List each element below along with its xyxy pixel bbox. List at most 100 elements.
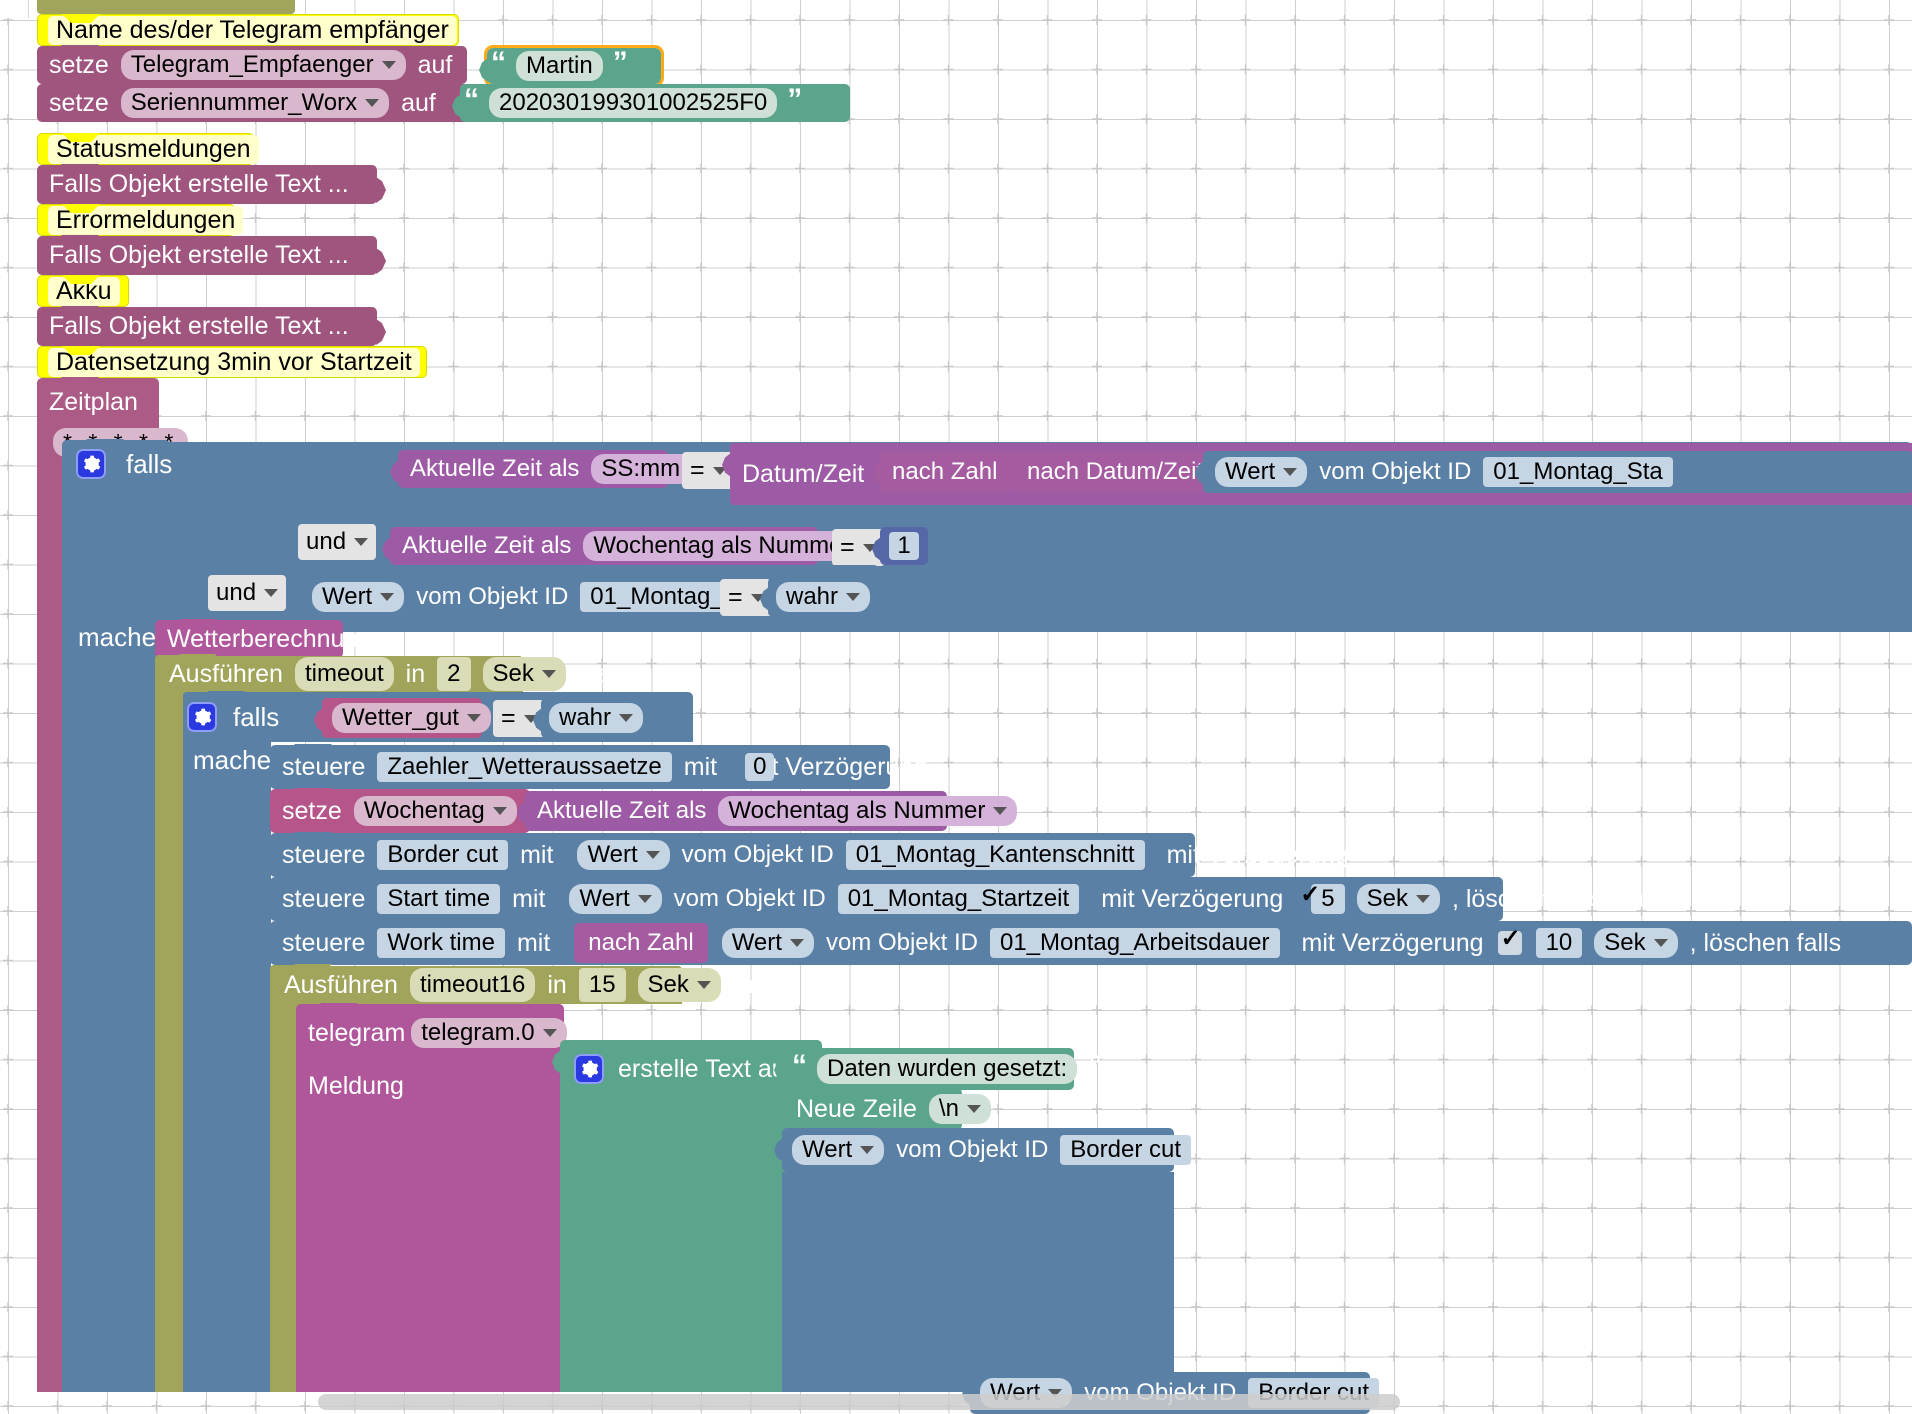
getter-kind-dropdown-border-cut[interactable]: Wert — [577, 840, 670, 870]
function-call-wetterberechnung[interactable]: Wetterberechnung — [155, 619, 372, 658]
collapsed-block-status[interactable]: Falls Objekt erstelle Text ... — [37, 164, 386, 204]
time-format-dropdown-weekday[interactable]: Wochentag als Nummer — [718, 796, 1018, 826]
getter-label: vom Objekt ID — [1319, 458, 1472, 485]
timeout-in-label: in — [547, 970, 567, 999]
variable-name: Wochentag — [363, 797, 485, 824]
if-inner-do-label: mache — [193, 745, 272, 775]
text-part-getter-border-cut[interactable]: Wert vom Objekt ID Border cut — [774, 1128, 1191, 1172]
collapsed-block-errors[interactable]: Falls Objekt erstelle Text ... — [37, 235, 386, 275]
control-target-field-border-cut[interactable]: Border cut — [377, 840, 509, 870]
timeout-unit-value: Sek — [492, 660, 534, 687]
text-block-martin[interactable]: “ Martin ” — [479, 45, 664, 87]
top-block-stub — [37, 0, 295, 14]
convert-block-nach-zahl-work-time[interactable]: nach Zahl — [574, 923, 708, 963]
control-target-field-start-time[interactable]: Start time — [377, 884, 501, 914]
set-keyword: setze — [49, 50, 109, 79]
convert-label: nach Zahl — [588, 929, 694, 956]
delay-label: mit Verzögerung — [1166, 840, 1349, 869]
getter-block-object-2[interactable]: Wert vom Objekt ID 01_Montag_Aktiv — [292, 577, 786, 617]
boolean-block-wahr[interactable]: wahr — [760, 577, 876, 617]
timeout-amount-field-inner[interactable]: 15 — [578, 968, 626, 1002]
getter-block-object-1[interactable]: Wert vom Objekt ID 01_Montag_Sta — [1195, 451, 1912, 493]
collapsed-block-battery[interactable]: Falls Objekt erstelle Text ... — [37, 306, 386, 346]
set-block-seriennummer-worx[interactable]: setze Seriennummer_Worx auf — [37, 83, 474, 122]
getter-kind-dropdown-start-time[interactable]: Wert — [569, 884, 662, 914]
text-block-seriennummer[interactable]: “ 202030199301002525F0 ” — [452, 84, 850, 122]
delay-unit-dropdown-start-time[interactable]: Sek — [1356, 884, 1440, 914]
logic-join-dropdown-1[interactable]: und — [298, 524, 377, 560]
gear-icon[interactable] — [187, 702, 217, 732]
object-id-field-kantenschnitt[interactable]: 01_Montag_Kantenschnitt — [845, 840, 1145, 870]
datetime-block-weekday[interactable]: Aktuelle Zeit als Wochentag als Nummer — [517, 791, 1018, 831]
variable-dropdown-wochentag[interactable]: Wochentag — [353, 796, 517, 826]
telegram-block[interactable]: telegram telegram.0 Meldung — [296, 1003, 567, 1392]
text-part-daten-gesetzt[interactable]: “ Daten wurden gesetzt: ” — [774, 1048, 1102, 1090]
if-outer-do-label: mache — [78, 622, 157, 652]
delay-label: mit Verzögerung — [1301, 928, 1484, 957]
timeout-name-field-inner[interactable]: timeout16 — [409, 968, 536, 1002]
text-part-newline[interactable]: Neue Zeile \n — [774, 1088, 991, 1130]
collapsed-label: Falls Objekt erstelle Text ... — [49, 241, 349, 269]
timeout-name-field-outer[interactable]: timeout — [294, 657, 394, 691]
datetime-block-current-time-2[interactable]: Aktuelle Zeit als Wochentag als Nummer — [382, 527, 883, 565]
variable-dropdown-wetter-gut[interactable]: Wetter_gut — [332, 703, 491, 733]
convert-label: nach Zahl — [892, 458, 998, 485]
delay-amount-field-work-time[interactable]: 10 — [1535, 928, 1583, 958]
comment-telegram-recipient[interactable]: Name des/der Telegram empfänger — [37, 14, 459, 46]
timeout-outer-header[interactable]: Ausführen timeout in 2 Sek ms — [155, 656, 611, 692]
timeout-amount-field-outer[interactable]: 2 — [437, 657, 471, 691]
control-block-border-cut[interactable]: steuere Border cut mit Wert vom Objekt I… — [270, 832, 1349, 877]
telegram-instance-dropdown[interactable]: telegram.0 — [411, 1018, 567, 1048]
gear-icon[interactable] — [76, 449, 106, 479]
object-id-field-startzeit[interactable]: 01_Montag_Startzeit — [837, 884, 1080, 914]
number-value[interactable]: 1 — [889, 532, 919, 560]
newline-dropdown[interactable]: \n — [928, 1094, 991, 1124]
boolean-dropdown-inner[interactable]: wahr — [549, 703, 644, 733]
compare-operator-value: = — [840, 533, 855, 561]
boolean-block-wahr-inner[interactable]: wahr — [533, 698, 645, 738]
blockly-workspace[interactable]: Name des/der Telegram empfänger setze Te… — [0, 0, 1912, 1414]
control-block-work-time[interactable]: steuere Work time mit nach Zahl Wert vom… — [270, 920, 1912, 965]
comment-battery[interactable]: Akku — [37, 275, 129, 307]
control-keyword: steuere — [282, 884, 366, 913]
getter-kind-dropdown-1[interactable]: Wert — [1215, 457, 1308, 487]
timeout-inner-header[interactable]: Ausführen timeout16 in 15 Sek ms — [270, 966, 766, 1004]
set-block-wochentag[interactable]: setze Wochentag auf — [270, 788, 564, 833]
horizontal-scrollbar[interactable] — [318, 1394, 1400, 1410]
delay-checkbox[interactable] — [1497, 927, 1522, 955]
set-block-telegram-empfaenger[interactable]: setze Telegram_Empfaenger auf — [37, 45, 467, 84]
datetime-block-current-time-1[interactable]: Aktuelle Zeit als SS:mm — [390, 450, 713, 488]
logic-join-dropdown-2[interactable]: und — [208, 575, 287, 611]
object-id-field-telegram-border-cut[interactable]: Border cut — [1060, 1135, 1191, 1165]
timeout-unit-dropdown-inner[interactable]: Sek — [637, 968, 721, 1002]
variable-getter-wetter-gut[interactable]: Wetter_gut — [314, 698, 491, 738]
text-value-martin[interactable]: Martin — [516, 51, 603, 81]
if-block-inner[interactable] — [183, 691, 271, 1392]
getter-kind-dropdown-2[interactable]: Wert — [312, 582, 405, 612]
comment-errors[interactable]: Errormeldungen — [37, 204, 244, 236]
getter-kind-dropdown-telegram[interactable]: Wert — [792, 1135, 885, 1165]
boolean-dropdown[interactable]: wahr — [776, 582, 871, 612]
gear-glyph — [195, 708, 212, 726]
number-value-zero[interactable]: 0 — [745, 753, 775, 781]
delay-unit-dropdown-work-time[interactable]: Sek — [1594, 928, 1678, 958]
comment-status[interactable]: Statusmeldungen — [37, 133, 259, 165]
comment-presets[interactable]: Datensetzung 3min vor Startzeit — [37, 346, 427, 378]
text-value-seriennummer[interactable]: 202030199301002525F0 — [489, 88, 778, 118]
gear-icon[interactable] — [574, 1054, 604, 1084]
text-part-value[interactable]: Daten wurden gesetzt: — [817, 1054, 1078, 1084]
number-block-weekday[interactable]: 1 — [872, 527, 928, 565]
getter-kind-dropdown-work-time[interactable]: Wert — [721, 928, 814, 958]
control-block-zaehler[interactable]: steuere Zaehler_Wetteraussaetze mit 0 mi… — [270, 744, 927, 789]
object-id-field-arbeitsdauer[interactable]: 01_Montag_Arbeitsdauer — [989, 928, 1280, 958]
convert-block-nach-datumzeit[interactable]: nach Datum/Zeit — [1007, 451, 1215, 493]
variable-dropdown-telegram-empfaenger[interactable]: Telegram_Empfaenger — [120, 50, 406, 80]
control-block-start-time[interactable]: steuere Start time mit Wert vom Objekt I… — [270, 876, 1658, 921]
control-target-field-zaehler[interactable]: Zaehler_Wetteraussaetze — [377, 752, 672, 782]
getter-label: vom Objekt ID — [681, 841, 834, 868]
timeout-unit-dropdown-outer[interactable]: Sek — [482, 657, 566, 691]
variable-dropdown-seriennummer-worx[interactable]: Seriennummer_Worx — [120, 88, 390, 118]
object-id-field-1[interactable]: 01_Montag_Sta — [1483, 457, 1673, 487]
control-target-field-work-time[interactable]: Work time — [377, 928, 505, 958]
convert-block-nach-zahl-1[interactable]: nach Zahl — [872, 451, 1015, 493]
